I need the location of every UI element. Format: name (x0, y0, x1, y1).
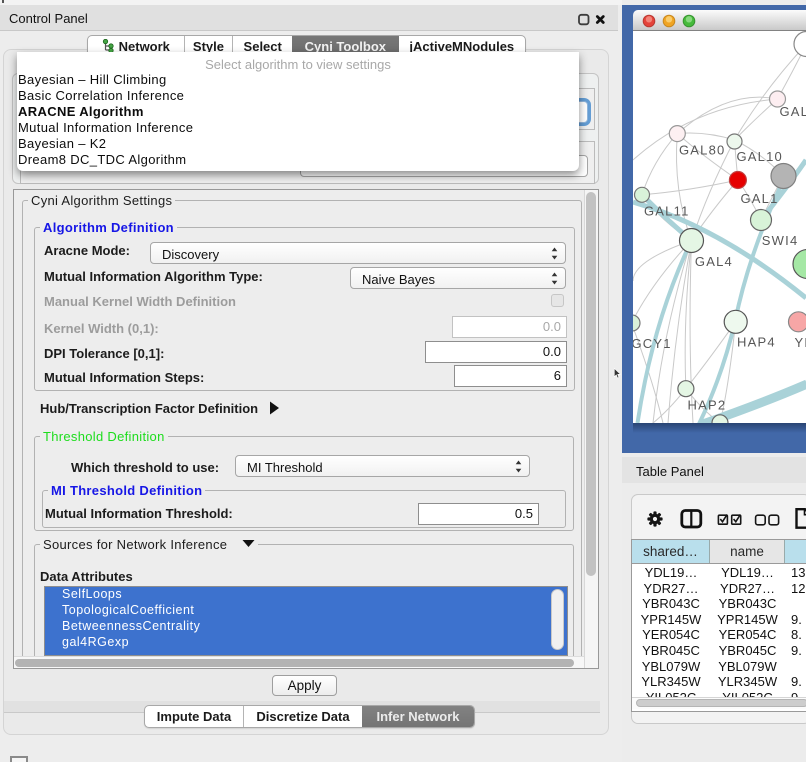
svg-text:GAL7: GAL7 (780, 104, 806, 119)
svg-text:GAL10: GAL10 (737, 149, 783, 164)
svg-text:GAL80: GAL80 (679, 143, 725, 158)
svg-text:GCY1: GCY1 (633, 336, 672, 351)
svg-text:HAP4: HAP4 (737, 335, 776, 350)
svg-text:YL: YL (795, 335, 806, 350)
svg-text:HAP2: HAP2 (688, 398, 727, 413)
svg-text:GAL4: GAL4 (695, 254, 733, 269)
svg-text:GAL1: GAL1 (741, 191, 779, 206)
svg-text:SWI4: SWI4 (762, 233, 799, 248)
svg-text:GAL11: GAL11 (644, 203, 690, 218)
